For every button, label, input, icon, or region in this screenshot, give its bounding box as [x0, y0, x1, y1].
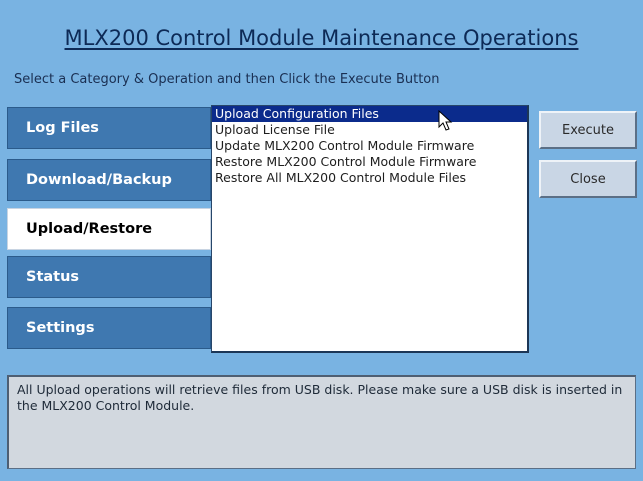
page-title: MLX200 Control Module Maintenance Operat…	[64, 26, 579, 50]
category-status[interactable]: Status	[7, 256, 211, 298]
category-download-backup[interactable]: Download/Backup	[7, 159, 211, 201]
category-settings[interactable]: Settings	[7, 307, 211, 349]
mouse-pointer-icon	[438, 110, 453, 131]
close-button[interactable]: Close	[539, 160, 637, 198]
instruction-text: Select a Category & Operation and then C…	[14, 72, 440, 87]
execute-button[interactable]: Execute	[539, 111, 637, 149]
operations-list[interactable]: Upload Configuration Files Upload Licens…	[211, 105, 529, 353]
operation-item-restore-all-files[interactable]: Restore All MLX200 Control Module Files	[212, 170, 527, 186]
operation-item-upload-configuration-files[interactable]: Upload Configuration Files	[212, 106, 527, 122]
operation-item-update-firmware[interactable]: Update MLX200 Control Module Firmware	[212, 138, 527, 154]
operation-item-upload-license-file[interactable]: Upload License File	[212, 122, 527, 138]
category-upload-restore[interactable]: Upload/Restore	[7, 208, 211, 250]
info-message-box: All Upload operations will retrieve file…	[7, 375, 636, 469]
operation-item-restore-firmware[interactable]: Restore MLX200 Control Module Firmware	[212, 154, 527, 170]
category-log-files[interactable]: Log Files	[7, 107, 211, 149]
